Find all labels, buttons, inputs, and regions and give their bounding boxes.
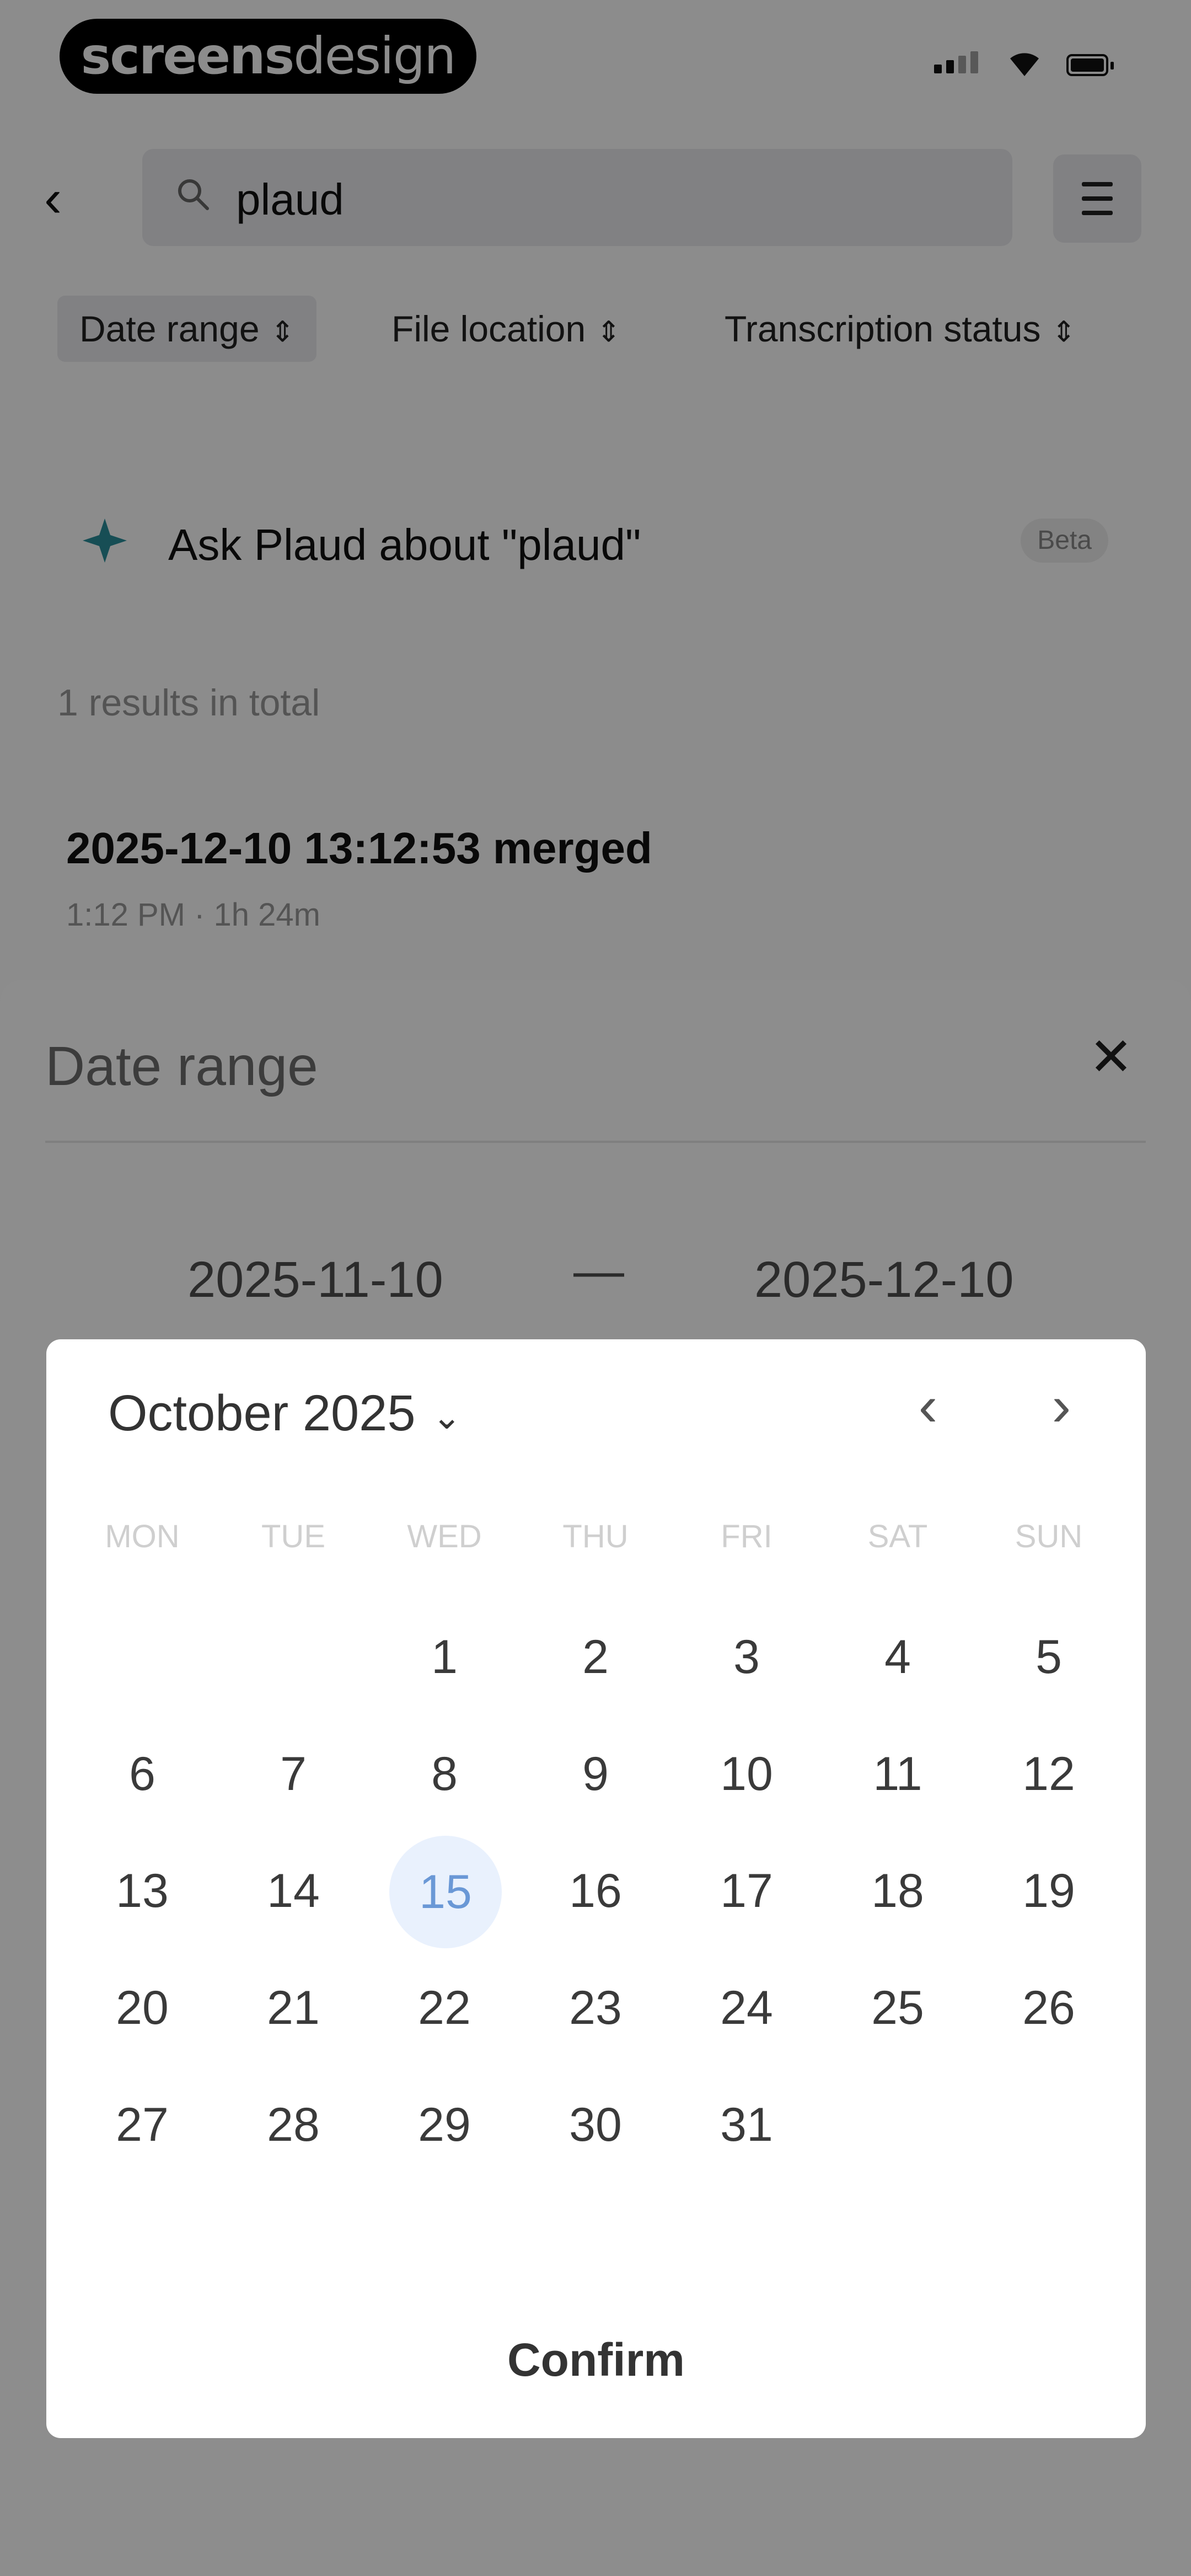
- divider: [45, 1141, 1146, 1143]
- range-start-field[interactable]: 2025-11-10: [187, 1251, 443, 1309]
- day-cell[interactable]: 20: [87, 1953, 197, 2063]
- day-cell[interactable]: 27: [87, 2070, 197, 2180]
- day-cell[interactable]: 21: [238, 1953, 348, 2063]
- day-cell[interactable]: 30: [540, 2070, 651, 2180]
- weekday-mon: MON: [105, 1519, 180, 1554]
- day-cell[interactable]: 7: [238, 1719, 348, 1829]
- day-cell[interactable]: 9: [540, 1719, 651, 1829]
- day-cell[interactable]: 26: [994, 1953, 1104, 2063]
- close-icon[interactable]: ✕: [1081, 1027, 1141, 1088]
- day-cell[interactable]: 10: [691, 1719, 802, 1829]
- previous-month-icon[interactable]: ‹: [898, 1376, 958, 1436]
- day-cell[interactable]: 18: [843, 1836, 953, 1946]
- day-cell[interactable]: 5: [994, 1602, 1104, 1712]
- day-cell[interactable]: 19: [994, 1836, 1104, 1946]
- month-label: October 2025: [108, 1385, 416, 1441]
- day-cell[interactable]: 28: [238, 2070, 348, 2180]
- day-cell[interactable]: 14: [238, 1836, 348, 1946]
- weekday-sat: SAT: [867, 1519, 928, 1554]
- day-cell-selected[interactable]: 15: [389, 1836, 502, 1948]
- next-month-icon[interactable]: ›: [1031, 1376, 1092, 1436]
- chevron-down-icon: ⌄: [432, 1397, 462, 1437]
- day-cell[interactable]: 8: [389, 1719, 500, 1829]
- day-cell[interactable]: 12: [994, 1719, 1104, 1829]
- weekday-wed: WED: [407, 1519, 482, 1554]
- day-cell[interactable]: 25: [843, 1953, 953, 2063]
- month-selector[interactable]: October 2025 ⌄: [108, 1385, 462, 1442]
- day-cell[interactable]: 29: [389, 2070, 500, 2180]
- day-cell[interactable]: 6: [87, 1719, 197, 1829]
- day-cell[interactable]: 1: [389, 1602, 500, 1712]
- day-cell[interactable]: 4: [843, 1602, 953, 1712]
- day-cell[interactable]: 2: [540, 1602, 651, 1712]
- weekday-fri: FRI: [721, 1519, 772, 1554]
- day-cell[interactable]: 11: [843, 1719, 953, 1829]
- range-separator: —: [573, 1243, 624, 1299]
- day-cell[interactable]: 17: [691, 1836, 802, 1946]
- calendar-popover: October 2025 ⌄ ‹ › MON TUE WED THU FRI SAT SUN …: [46, 1339, 1146, 2438]
- weekday-tue: TUE: [261, 1519, 325, 1554]
- day-cell[interactable]: 16: [540, 1836, 651, 1946]
- day-cell[interactable]: 31: [691, 2070, 802, 2180]
- day-cell[interactable]: 13: [87, 1836, 197, 1946]
- day-cell[interactable]: 22: [389, 1953, 500, 2063]
- confirm-button[interactable]: Confirm: [46, 2327, 1146, 2393]
- weekday-thu: THU: [562, 1519, 629, 1554]
- range-end-field[interactable]: 2025-12-10: [754, 1251, 1014, 1309]
- sheet-title: Date range: [45, 1035, 318, 1097]
- day-cell[interactable]: 3: [691, 1602, 802, 1712]
- day-cell[interactable]: 23: [540, 1953, 651, 2063]
- weekday-sun: SUN: [1015, 1519, 1083, 1554]
- day-cell[interactable]: 24: [691, 1953, 802, 2063]
